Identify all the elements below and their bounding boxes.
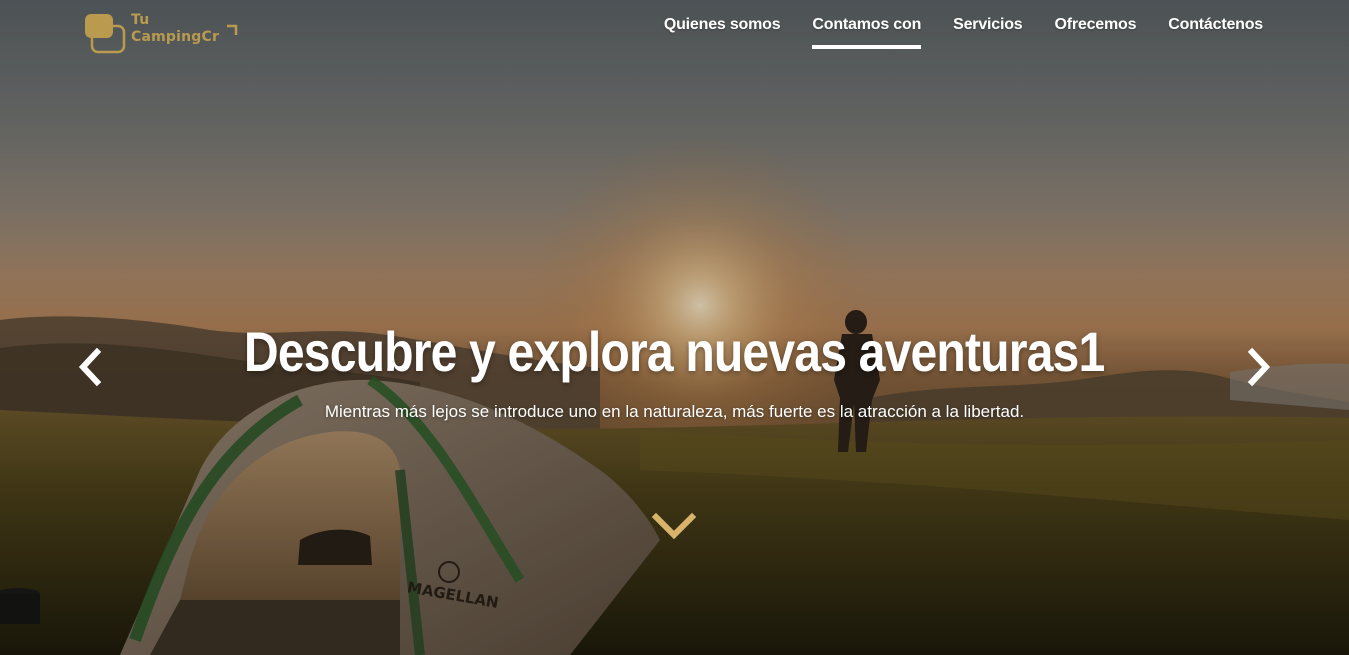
chevron-right-icon <box>1247 347 1271 387</box>
nav-item-servicios[interactable]: Servicios <box>953 0 1023 60</box>
nav-item-contamos-con[interactable]: Contamos con <box>812 0 921 60</box>
carousel-subtitle: Mientras más lejos se introduce uno en l… <box>324 402 1025 421</box>
logo-mark-icon <box>85 14 126 54</box>
top-navbar: Tu CampingCr Quienes somos Contamos con … <box>0 0 1349 60</box>
brand-line-2: CampingCr <box>131 29 220 45</box>
brand-line-1: Tu <box>131 12 150 28</box>
nav-item-contactenos[interactable]: Contáctenos <box>1168 0 1263 60</box>
hero-section: MAGELLAN Tu CampingCr Quienes somos Cont… <box>0 0 1349 655</box>
brand-name: Tu CampingCr <box>131 12 219 46</box>
carousel-title: Descubre y explora nuevas aventuras1 <box>243 320 1105 383</box>
logo-corner-icon <box>227 24 238 35</box>
brand-logo[interactable]: Tu CampingCr <box>84 12 238 56</box>
main-nav: Quienes somos Contamos con Servicios Ofr… <box>664 0 1263 60</box>
scroll-down-button[interactable] <box>651 510 697 544</box>
nav-item-quienes-somos[interactable]: Quienes somos <box>664 0 781 60</box>
nav-item-ofrecemos[interactable]: Ofrecemos <box>1055 0 1137 60</box>
carousel-next-button[interactable] <box>1239 344 1279 390</box>
chevron-down-icon <box>651 512 697 540</box>
carousel-prev-button[interactable] <box>70 344 110 390</box>
chevron-left-icon <box>78 347 102 387</box>
